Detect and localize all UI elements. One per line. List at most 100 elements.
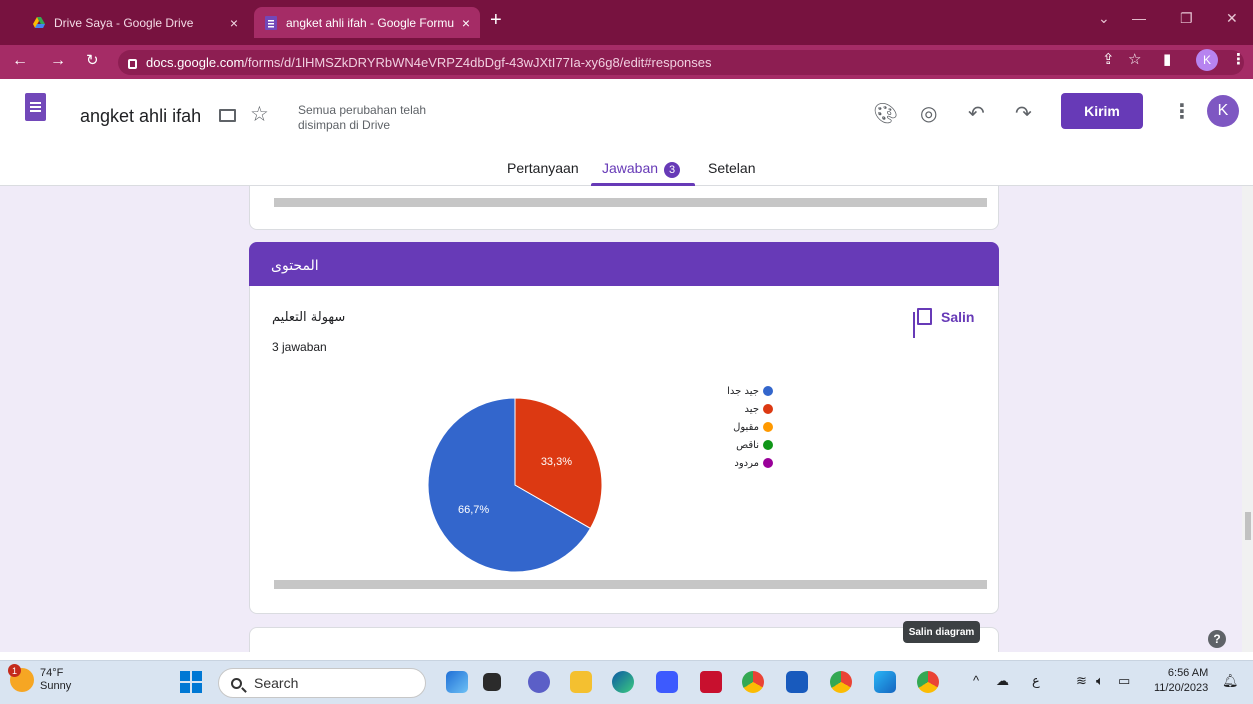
save-status: Semua perubahan telah disimpan di Drive <box>298 103 427 132</box>
url-path: /forms/d/1lHMSZkDRYRbWN4eVRPZ4dbDgf-43wJ… <box>244 55 712 70</box>
sun-icon: 1 <box>8 664 34 692</box>
file-explorer-icon[interactable] <box>570 671 592 693</box>
copy-label: Salin <box>941 309 975 325</box>
address-bar-row: ← → ↻ docs.google.com/forms/d/1lHMSZkDRY… <box>0 45 1253 79</box>
restore-icon[interactable]: ❐ <box>1180 10 1193 27</box>
back-icon[interactable]: ← <box>12 51 28 71</box>
star-icon[interactable]: ☆ <box>250 102 269 127</box>
tab-jawaban-label: Jawaban <box>602 160 659 176</box>
chrome-icon[interactable] <box>742 671 764 693</box>
legend-item: مردود <box>723 454 773 472</box>
browser-tab-bar: Drive Saya - Google Drive × angket ahli … <box>0 0 1253 45</box>
legend-item: جيد <box>723 400 773 418</box>
legend-dot-icon <box>763 422 773 432</box>
next-question-card <box>249 627 999 652</box>
legend-dot-icon <box>763 386 773 396</box>
show-hidden-icons-icon[interactable]: ^ <box>973 673 979 688</box>
close-tab-icon[interactable]: × <box>230 15 238 31</box>
edge-icon[interactable] <box>612 671 634 693</box>
notification-badge: 1 <box>8 664 21 677</box>
premiere-app-icon[interactable] <box>446 671 468 693</box>
chrome-profile-icon[interactable] <box>830 671 852 693</box>
form-header: angket ahli ifah ☆ Semua perubahan telah… <box>0 79 1253 186</box>
send-button[interactable]: Kirim <box>1061 93 1143 129</box>
legend-item: جيد جدا <box>723 382 773 400</box>
horizontal-scrollbar[interactable] <box>274 580 987 589</box>
bookmark-star-icon[interactable]: ☆ <box>1128 50 1141 68</box>
legend-item: ناقص <box>723 436 773 454</box>
tab-jawaban[interactable]: Jawaban 3 <box>602 160 681 178</box>
response-count: 3 jawaban <box>272 340 327 354</box>
tab-google-forms[interactable]: angket ahli ifah - Google Formul × <box>254 7 480 38</box>
chat-icon[interactable] <box>528 671 550 693</box>
page-scrollbar[interactable] <box>1242 186 1253 652</box>
response-count-badge: 3 <box>664 162 681 178</box>
browser-menu-icon[interactable]: ⋮ <box>1231 50 1246 68</box>
folder-icon[interactable] <box>219 109 236 122</box>
preview-eye-icon[interactable]: ◎ <box>920 101 937 126</box>
url-bar[interactable]: docs.google.com/forms/d/1lHMSZkDRYRbWN4e… <box>118 50 1244 75</box>
legend-label: مقبول <box>733 421 759 433</box>
reload-icon[interactable]: ↻ <box>86 51 99 71</box>
word-icon[interactable] <box>786 671 808 693</box>
tab-search-icon[interactable]: ⌄ <box>1098 10 1110 27</box>
more-options-icon[interactable]: ⋮ <box>1172 99 1192 124</box>
chrome-active-icon[interactable] <box>917 671 939 693</box>
forward-icon[interactable]: → <box>50 51 66 71</box>
ime-indicator[interactable]: ع <box>1032 673 1040 689</box>
undo-icon[interactable]: ↶ <box>968 101 985 126</box>
weather-temp: 74°F <box>40 667 64 679</box>
profile-avatar[interactable]: K <box>1196 49 1218 71</box>
redo-icon[interactable]: ↷ <box>1015 101 1032 126</box>
clock-date: 11/20/2023 <box>1154 682 1209 694</box>
pie-slice-label-1: 33,3% <box>541 456 572 468</box>
legend-label: جيد <box>744 403 759 415</box>
palette-icon[interactable]: 🎨︎ <box>873 101 898 126</box>
weather-desc: Sunny <box>40 680 72 692</box>
tab-title: angket ahli ifah - Google Formul <box>286 15 454 30</box>
windows-start-icon[interactable] <box>180 671 202 693</box>
weather-widget[interactable]: 1 74°F Sunny <box>8 664 72 693</box>
pie-chart: 66,7% 33,3% <box>427 397 603 573</box>
pie-slice-label-0: 66,7% <box>458 504 489 516</box>
horizontal-scrollbar[interactable] <box>274 198 987 207</box>
new-tab-icon[interactable]: + <box>490 9 502 31</box>
close-tab-icon[interactable]: × <box>462 15 470 31</box>
form-title[interactable]: angket ahli ifah <box>80 106 201 127</box>
share-icon[interactable]: ⇪ <box>1102 50 1115 68</box>
system-clock[interactable]: 6:56 AM 11/20/2023 <box>1154 666 1208 696</box>
wifi-icon[interactable]: ≋ <box>1076 673 1087 689</box>
taskbar-search[interactable]: Search <box>218 668 426 698</box>
clock-time: 6:56 AM <box>1167 667 1209 679</box>
volume-icon[interactable]: 🔈︎ <box>1096 673 1104 689</box>
help-icon[interactable]: ? <box>1208 630 1226 648</box>
tab-google-drive[interactable]: Drive Saya - Google Drive × <box>22 7 248 38</box>
legend-item: مقبول <box>723 418 773 436</box>
google-forms-logo-icon[interactable] <box>25 93 46 121</box>
form-tabs: Pertanyaan Jawaban 3 Setelan <box>0 156 1253 186</box>
section-header: المحتوى <box>249 242 999 290</box>
app-icon[interactable] <box>656 671 678 693</box>
scrollbar-thumb[interactable] <box>1245 512 1251 540</box>
minimize-icon[interactable]: — <box>1132 10 1146 26</box>
search-label: Search <box>254 675 299 691</box>
tab-pertanyaan[interactable]: Pertanyaan <box>507 160 579 176</box>
responses-content: المحتوى سهولة التعليم 3 jawaban Salin 66… <box>0 186 1242 652</box>
task-view-icon[interactable] <box>483 673 501 691</box>
battery-icon[interactable]: ▭ <box>1118 673 1130 689</box>
question-title: سهولة التعليم <box>272 310 346 325</box>
copy-chart-button[interactable]: Salin <box>913 308 974 326</box>
legend-label: ناقص <box>736 439 759 451</box>
copy-chart-tooltip: Salin diagram <box>903 621 980 643</box>
side-panel-icon[interactable]: ▮ <box>1163 50 1171 68</box>
notifications-icon[interactable]: 🔔︎ <box>1222 673 1239 689</box>
photos-icon[interactable] <box>874 671 896 693</box>
account-avatar[interactable]: K <box>1207 95 1239 127</box>
url-host: docs.google.com <box>146 55 245 70</box>
legend-dot-icon <box>763 404 773 414</box>
cloud-icon[interactable]: ☁ <box>996 673 1009 689</box>
close-window-icon[interactable]: ✕ <box>1226 10 1238 27</box>
tab-setelan[interactable]: Setelan <box>708 160 755 176</box>
windows-taskbar: 1 74°F Sunny Search ^ ☁ ع ≋ 🔈︎ ▭ 6:56 AM 1… <box>0 660 1253 704</box>
mcafee-icon[interactable] <box>700 671 722 693</box>
